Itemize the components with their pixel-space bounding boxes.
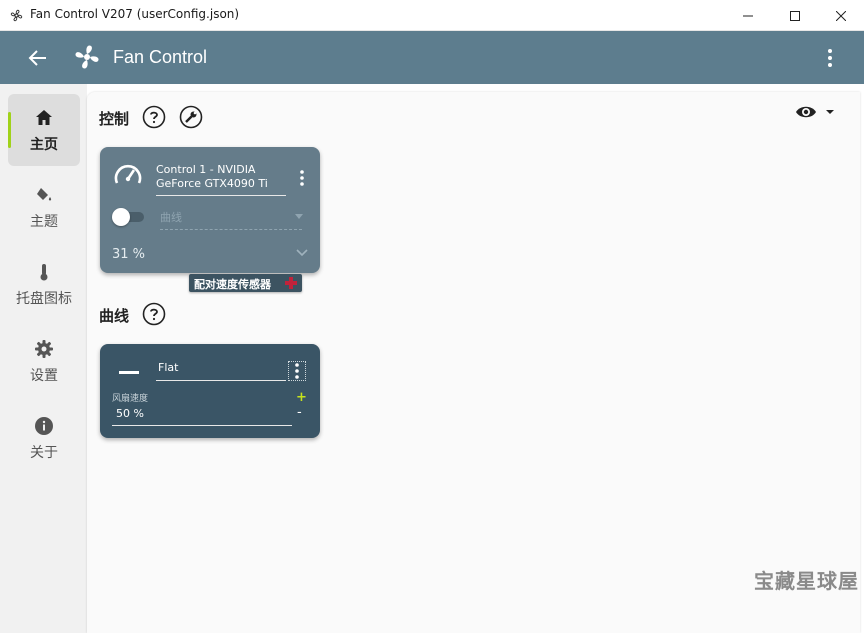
control-name-line1: Control 1 - NVIDIA [156, 163, 256, 176]
curves-section-title: 曲线 [99, 307, 130, 325]
control-name[interactable]: Control 1 - NVIDIA GeForce GTX4090 Ti [156, 163, 286, 191]
fan-app-icon [10, 9, 23, 22]
control-name-line2: GeForce GTX4090 Ti [156, 177, 268, 190]
close-icon [835, 10, 846, 21]
sidebar-item-label: 主题 [30, 214, 58, 230]
chevron-down-icon[interactable] [296, 249, 308, 257]
enable-toggle[interactable] [112, 208, 146, 226]
visibility-toggle-icon[interactable] [794, 102, 838, 122]
curve-select[interactable]: 曲线 [160, 209, 182, 225]
curve-more-button[interactable] [288, 361, 306, 381]
toggle-thumb [112, 208, 130, 226]
sidebar-item-settings[interactable]: 设置 [8, 325, 80, 397]
more-options-icon[interactable] [820, 46, 840, 70]
pair-speed-sensor-button[interactable]: 配对速度传感器 [189, 274, 302, 292]
curve-select-underline [160, 229, 302, 230]
window-title: Fan Control V207 (userConfig.json) [30, 7, 240, 21]
sidebar-item-label: 设置 [30, 368, 58, 384]
home-icon [36, 110, 52, 125]
pair-speed-sensor-label: 配对速度传感器 [194, 278, 271, 291]
minimize-button[interactable] [725, 0, 770, 31]
curve-more-icon [295, 363, 299, 379]
control-percent: 31 % [112, 247, 146, 262]
flat-curve-icon [119, 371, 139, 374]
minimize-icon [742, 15, 753, 16]
sidebar-item-label: 托盘图标 [16, 291, 72, 307]
thermometer-icon [40, 264, 48, 281]
title-bar: Fan Control V207 (userConfig.json) [0, 0, 864, 31]
back-arrow-icon[interactable] [27, 47, 49, 69]
app-bar: Fan Control [0, 31, 864, 84]
paint-bucket-icon [37, 188, 52, 201]
info-icon [35, 417, 53, 435]
increase-speed-button[interactable]: + [296, 390, 307, 405]
wrench-icon[interactable] [179, 105, 203, 129]
sidebar-item-label: 主页 [30, 137, 58, 153]
curve-name-underline [156, 380, 286, 381]
plus-icon [285, 277, 297, 289]
sidebar-item-about[interactable]: 关于 [8, 402, 80, 474]
dropdown-arrow-icon [295, 214, 303, 219]
sidebar: 主页 主题 托盘图标 设置 关于 [0, 84, 87, 633]
control-card: Control 1 - NVIDIA GeForce GTX4090 Ti 曲线… [100, 147, 320, 273]
maximize-button[interactable] [772, 0, 817, 31]
fan-speed-value[interactable]: 50 % [116, 407, 144, 420]
control-more-icon[interactable] [299, 169, 305, 187]
sidebar-item-tray-icon[interactable]: 托盘图标 [8, 248, 80, 320]
maximize-icon [789, 10, 800, 21]
app-title: Fan Control [113, 47, 208, 67]
fan-speed-underline [112, 425, 292, 426]
controls-section-title: 控制 [99, 110, 130, 128]
help-icon[interactable] [142, 105, 166, 129]
main-panel: 控制 Control 1 - NVIDIA GeForce GTX4090 Ti [87, 92, 860, 633]
sidebar-item-theme[interactable]: 主题 [8, 171, 80, 243]
sidebar-item-home[interactable]: 主页 [8, 94, 80, 166]
curve-name[interactable]: Flat [158, 361, 178, 374]
close-button[interactable] [818, 0, 863, 31]
decrease-speed-button[interactable]: - [297, 405, 302, 420]
control-name-underline [156, 195, 286, 196]
help-icon[interactable] [142, 302, 166, 326]
fan-speed-label: 风扇速度 [112, 394, 149, 404]
sidebar-item-label: 关于 [30, 445, 58, 461]
fan-logo-icon [75, 45, 99, 69]
gear-icon [35, 340, 53, 358]
curve-card: Flat 风扇速度 + 50 % - [100, 344, 320, 438]
watermark: 宝藏星球屋 [754, 569, 859, 593]
speedometer-icon [114, 164, 142, 184]
